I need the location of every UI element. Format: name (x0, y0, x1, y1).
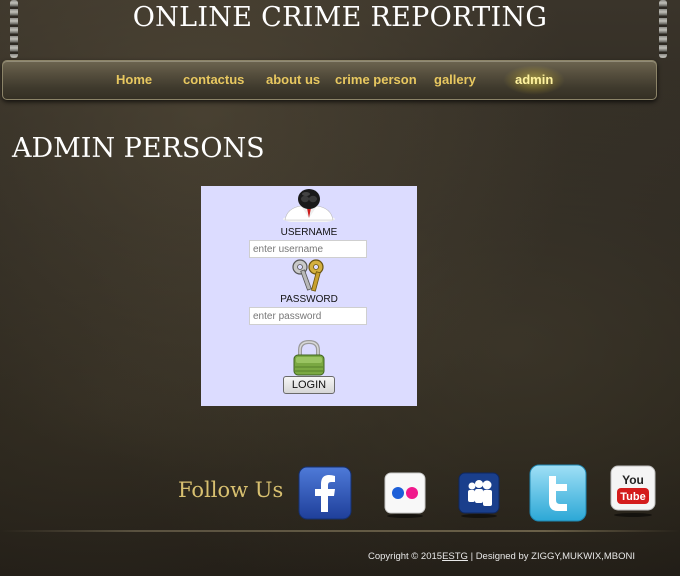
svg-text:You: You (622, 473, 644, 487)
footer-divider (0, 530, 680, 532)
username-label: USERNAME (280, 227, 338, 238)
youtube-icon[interactable]: You Tube (610, 465, 656, 521)
nav-item-about-us[interactable]: about us (266, 72, 320, 87)
nav-item-gallery[interactable]: gallery (434, 72, 476, 87)
user-avatar-icon (281, 188, 337, 226)
nav-item-home[interactable]: Home (116, 72, 152, 87)
twitter-icon[interactable] (529, 464, 587, 526)
nav-item-admin[interactable]: admin (515, 72, 553, 87)
site-title: ONLINE CRIME REPORTING (132, 2, 548, 33)
login-button[interactable]: LOGIN (283, 376, 335, 394)
main-navbar: Home contactus about us crime person gal… (2, 60, 657, 100)
footer-copyright: Copyright © 2015ESTG | Designed by ZIGGY… (368, 551, 635, 562)
credits-text: | Designed by ZIGGY,MUKWIX,MBONI (467, 551, 635, 562)
nav-item-contactus[interactable]: contactus (183, 72, 244, 87)
nav-item-crime-person[interactable]: crime person (335, 72, 417, 87)
estg-link[interactable]: ESTG (442, 551, 468, 562)
svg-text:Tube: Tube (620, 491, 645, 503)
username-input[interactable] (249, 240, 367, 258)
follow-us-label: Follow Us (178, 478, 284, 502)
padlock-icon (291, 339, 327, 380)
myspace-icon[interactable] (458, 472, 500, 522)
page-heading: ADMIN PERSONS (12, 133, 265, 164)
facebook-icon[interactable] (298, 466, 352, 524)
login-panel: USERNAME PASSWORD LOGIN (201, 186, 417, 406)
keys-icon (289, 258, 329, 296)
password-input[interactable] (249, 307, 367, 325)
password-label: PASSWORD (280, 294, 338, 305)
flickr-icon[interactable] (384, 472, 426, 522)
copyright-text: Copyright © 2015 (368, 551, 443, 562)
